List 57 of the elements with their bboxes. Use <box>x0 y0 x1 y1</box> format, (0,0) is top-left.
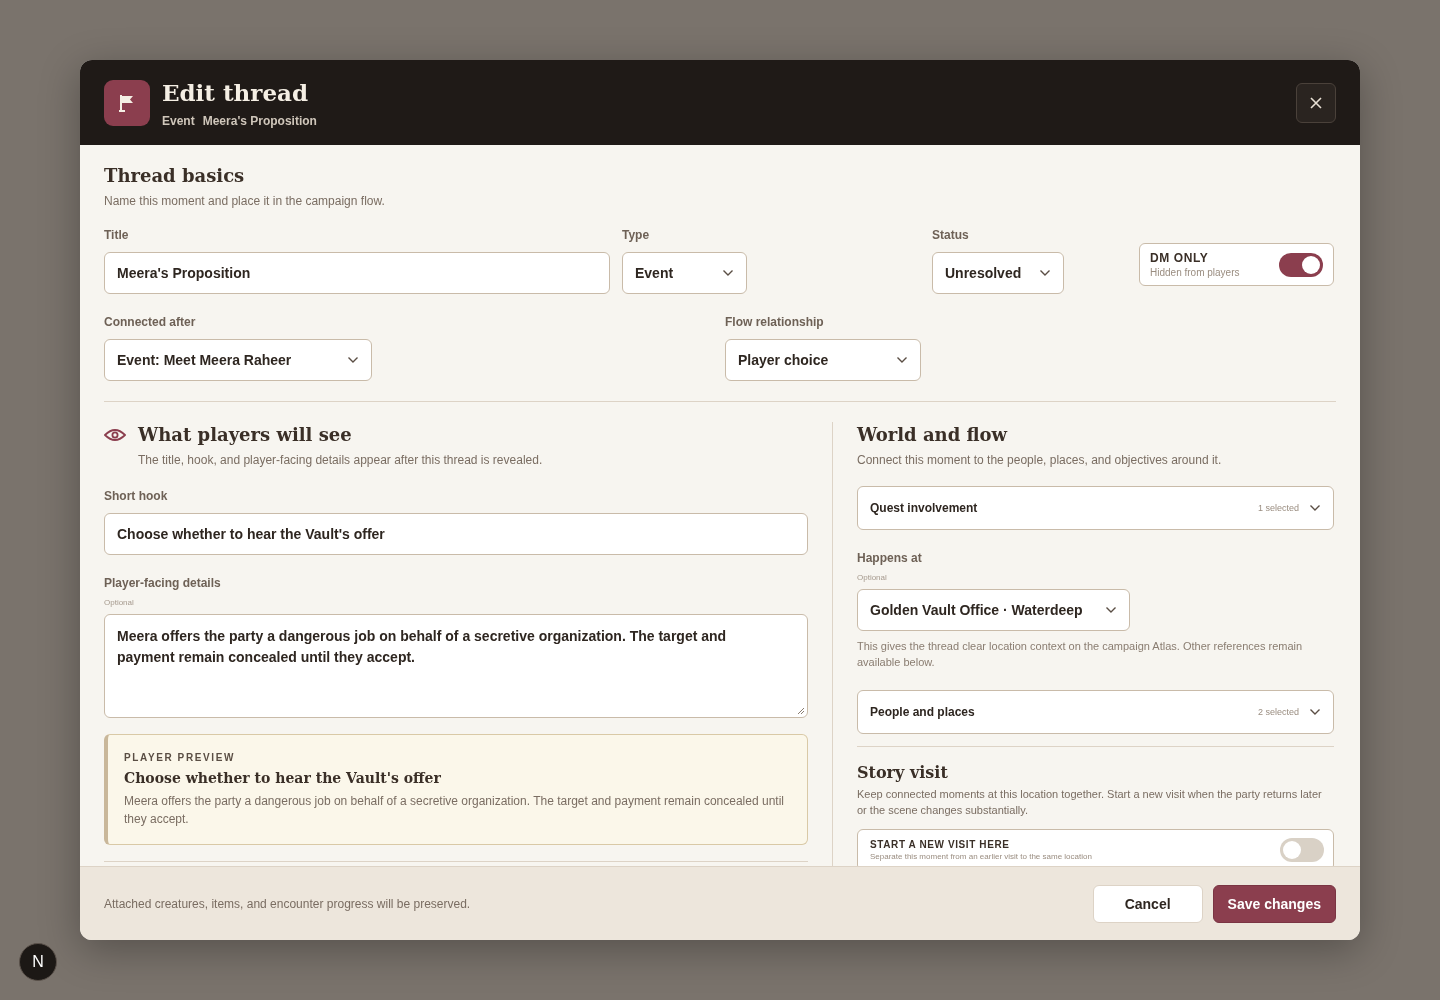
resize-grip-icon[interactable] <box>797 707 805 715</box>
toggle-switch[interactable] <box>1279 252 1323 277</box>
section-heading: World and flow <box>857 423 1009 447</box>
section-subtitle: The title, hook, and player-facing details appear after this thread is revealed. <box>138 452 544 468</box>
help-text: This gives the thread clear location context on the campaign Atlas. Other references remain available below. <box>857 639 1304 670</box>
flag-icon <box>104 79 150 126</box>
preview-text: Meera offers the party a dangerous job on behalf of a secretive organization. The target and payment remain concealed until they accept. <box>124 793 785 828</box>
close-button[interactable] <box>1296 82 1336 123</box>
field-label: Connected after <box>104 314 197 330</box>
eye-icon <box>104 428 126 442</box>
chevron-down-icon <box>1039 269 1051 277</box>
chevron-down-icon <box>1105 606 1117 614</box>
text-area[interactable]: Meera offers the party a dangerous job on behalf of a secretive organization. The target and payment remain concealed until they accept. <box>104 614 808 718</box>
field-label: Type <box>622 227 651 243</box>
multi-select[interactable]: Quest involvement 1 selected <box>857 486 1334 530</box>
close-icon <box>1309 95 1323 110</box>
toggle-switch[interactable] <box>1280 838 1324 862</box>
cancel-button[interactable]: Cancel <box>1092 884 1203 923</box>
select-dropdown[interactable]: Player choice <box>725 339 921 381</box>
optional-hint: Optional <box>104 598 135 608</box>
section-subtitle: Connect this moment to the people, places, and objectives around it. <box>857 452 1223 468</box>
field-label: Status <box>932 227 970 243</box>
toggle-hint: Hidden from players <box>1150 267 1241 278</box>
subsection-heading: Story visit <box>857 763 949 782</box>
text-field[interactable]: Choose whether to hear the Vault's offer <box>104 513 808 555</box>
section-heading: What players will see <box>138 423 352 447</box>
select-dropdown[interactable]: Event: Meet Meera Raheer <box>104 339 372 381</box>
thread-name: Meera's Proposition <box>202 113 317 128</box>
thread-type: Event <box>162 113 195 128</box>
toggle-hint: Separate this moment from an earlier visit to the same location <box>870 852 1093 861</box>
select-dropdown[interactable]: Golden Vault Office · Waterdeep <box>857 589 1130 631</box>
section-subtitle: Keep connected moments at this location together. Start a new visit when the party returns later or the scene changes substantially. <box>857 787 1323 818</box>
field-label: Title <box>104 227 130 243</box>
section-subtitle: Name this moment and place it in the campaign flow. <box>104 193 386 209</box>
toggle-label: DM ONLY <box>1150 251 1210 265</box>
select-dropdown[interactable]: Unresolved <box>932 252 1064 294</box>
field-label: Short hook <box>104 488 169 504</box>
dev-badge[interactable]: N <box>19 943 57 981</box>
chevron-down-icon <box>1309 708 1321 716</box>
field-label: Flow relationship <box>725 314 825 330</box>
chevron-down-icon <box>347 356 359 364</box>
multi-select[interactable]: People and places 2 selected <box>857 690 1334 734</box>
toggle-label: START A NEW VISIT HERE <box>870 839 1011 850</box>
chevron-down-icon <box>1309 504 1321 512</box>
save-button[interactable]: Save changes <box>1212 884 1336 923</box>
section-heading: Thread basics <box>104 164 246 188</box>
dialog-title: Edit thread <box>162 77 310 108</box>
preview-title: Choose whether to hear the Vault's offer <box>124 770 442 786</box>
select-dropdown[interactable]: Event <box>622 252 747 294</box>
footer-note: Attached creatures, items, and encounter progress will be preserved. <box>104 896 472 911</box>
text-field[interactable]: Meera's Proposition <box>104 252 610 294</box>
field-label: Player-facing details <box>104 575 222 591</box>
chevron-down-icon <box>722 269 734 277</box>
optional-hint: Optional <box>857 573 888 583</box>
chevron-down-icon <box>896 356 908 364</box>
preview-eyebrow: PLAYER PREVIEW <box>124 752 236 763</box>
field-label: Happens at <box>857 550 923 566</box>
